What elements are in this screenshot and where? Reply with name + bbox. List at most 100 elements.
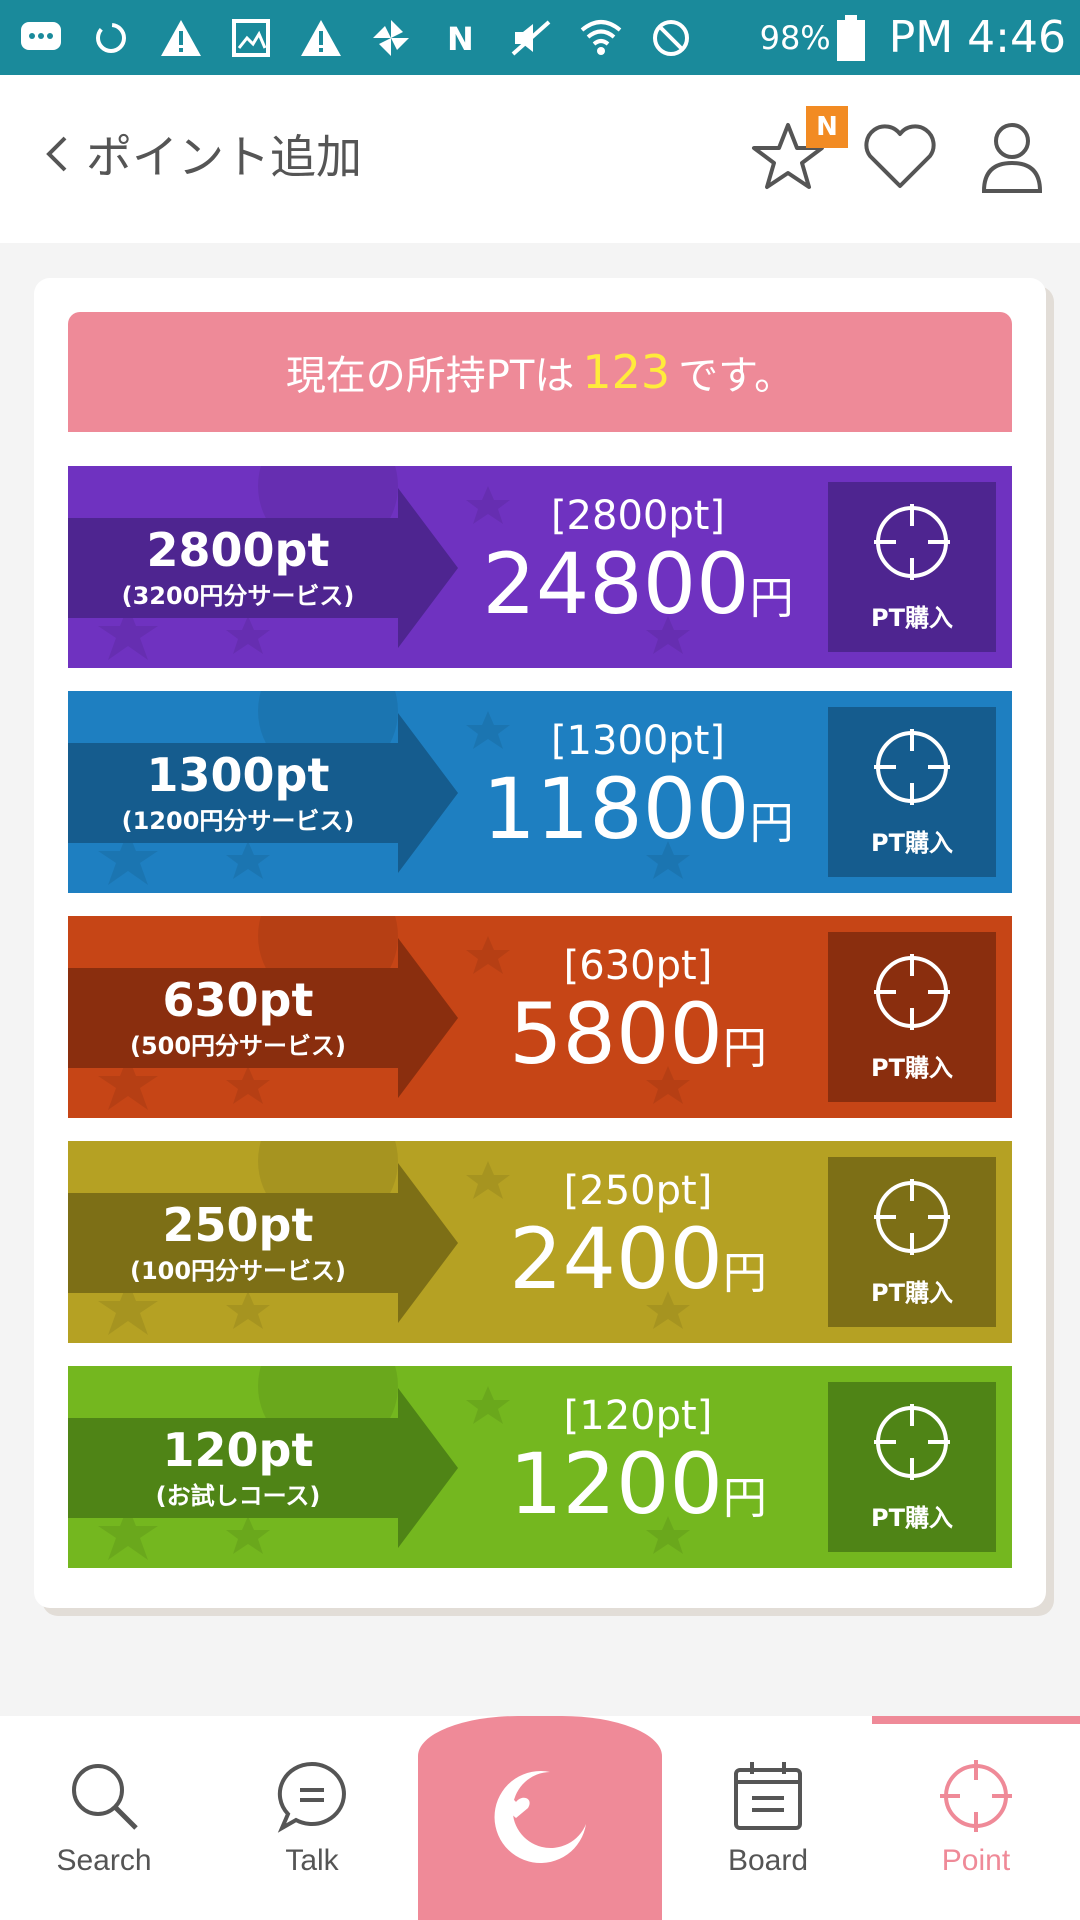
buy-button[interactable]: PT購入 [828,932,996,1102]
nav-board[interactable]: Board [668,1716,868,1920]
package-price: 2400 [509,1210,723,1308]
package-currency: 円 [749,798,794,849]
package-price: 24800 [482,535,750,633]
package-price-block: [1300pt] 11800 円 [468,721,808,871]
package-price-block: [250pt] 2400 円 [468,1171,808,1321]
balance-suffix: です。 [678,353,795,399]
likes-button[interactable] [860,117,940,197]
clock: PM 4:46 [888,12,1066,63]
package-price-block: [630pt] 5800 円 [468,946,808,1096]
package-points: 2800pt [146,523,330,578]
package-bonus: (お試しコース) [155,1481,321,1510]
calendar-board-icon [734,1762,802,1830]
crosshair-icon [874,1403,950,1480]
package-currency: 円 [749,573,794,624]
new-badge: N [806,106,848,148]
package-price-block: [2800pt] 24800 円 [468,496,808,646]
package-points: 250pt [162,1198,314,1253]
package-price: 1200 [509,1435,723,1533]
warning-icon [298,15,344,61]
package-points-block: 1300pt (1200円分サービス) [68,713,408,873]
package-bonus: (3200円分サービス) [121,581,355,610]
package-row: 630pt (500円分サービス) [630pt] 5800 円 PT購入 [68,916,1012,1118]
package-price: 5800 [509,985,723,1083]
sync-icon [88,15,134,61]
package-points: 630pt [162,973,314,1028]
buy-label: PT購入 [871,1503,953,1532]
warning-icon [158,15,204,61]
package-bracket: [630pt] [563,943,713,989]
page-title: ポイント追加 [86,130,362,184]
moon-heart-logo-icon [494,1771,586,1864]
buy-button[interactable]: PT購入 [828,1157,996,1327]
buy-label: PT購入 [871,1053,953,1082]
buy-button[interactable]: PT購入 [828,707,996,877]
package-row: 1300pt (1200円分サービス) [1300pt] 11800 円 PT購… [68,691,1012,893]
package-bonus: (100円分サービス) [129,1256,347,1285]
package-currency: 円 [722,1023,767,1074]
crosshair-icon [874,503,950,580]
back-button[interactable]: ポイント追加 [36,121,362,187]
app-header: ポイント追加 [0,75,1080,243]
battery-percent: 98% [759,18,831,57]
package-currency: 円 [722,1473,767,1524]
chat-bubble-icon [277,1761,346,1833]
package-bracket: [250pt] [563,1168,713,1214]
balance-banner: 現在の所持PTは 123 です。 [68,312,1012,432]
package-price: 11800 [482,760,750,858]
points-card: 現在の所持PTは 123 です。 2800pt (3200円分サービス) [28… [34,278,1046,1608]
search-icon [72,1764,138,1830]
package-currency: 円 [722,1248,767,1299]
image-icon [228,15,274,61]
chat-icon [18,15,64,61]
nav-talk[interactable]: Talk [212,1716,412,1920]
svg-text:N: N [447,20,474,58]
buy-button[interactable]: PT購入 [828,482,996,652]
nav-talk-label: Talk [285,1844,339,1877]
mute-icon [508,15,554,61]
nav-board-label: Board [727,1844,809,1877]
blocked-icon [648,15,694,61]
balance-prefix: 現在の所持PTは [285,353,575,399]
package-points: 120pt [162,1423,314,1478]
nfc-icon: N [438,15,484,61]
wifi-icon [578,15,624,61]
buy-button[interactable]: PT購入 [828,1382,996,1552]
chevron-left-icon [36,124,76,184]
package-price-block: [120pt] 1200 円 [468,1396,808,1546]
nav-point-label: Point [941,1844,1011,1877]
crosshair-icon [874,728,950,805]
battery-icon [836,14,865,61]
heart-icon [864,124,936,188]
status-bar: N 98% PM 4:46 [0,0,1080,75]
nav-point[interactable]: Point [876,1716,1076,1920]
package-bracket: [120pt] [563,1393,713,1439]
user-icon [981,123,1043,193]
buy-label: PT購入 [871,1278,953,1307]
package-bracket: [1300pt] [550,718,726,764]
battery-indicator: 98% [759,14,865,61]
crosshair-icon [940,1760,1012,1832]
crosshair-icon [874,1178,950,1255]
nav-home-button[interactable] [418,1716,662,1920]
profile-button[interactable] [972,117,1052,197]
package-bracket: [2800pt] [550,493,726,539]
package-bonus: (1200円分サービス) [121,806,355,835]
package-row: 2800pt (3200円分サービス) [2800pt] 24800 円 PT購… [68,466,1012,668]
balance-points: 123 [582,345,671,399]
package-points: 1300pt [146,748,330,803]
nav-search[interactable]: Search [4,1716,204,1920]
package-row: 250pt (100円分サービス) [250pt] 2400 円 PT購入 [68,1141,1012,1343]
nav-search-label: Search [56,1844,152,1877]
buy-label: PT購入 [871,828,953,857]
package-points-block: 630pt (500円分サービス) [68,938,408,1098]
crosshair-icon [874,953,950,1030]
package-points-block: 2800pt (3200円分サービス) [68,488,408,648]
package-points-block: 250pt (100円分サービス) [68,1163,408,1323]
pinwheel-icon [368,15,414,61]
package-bonus: (500円分サービス) [129,1031,347,1060]
bottom-nav: Search Talk Board Point [0,1716,1080,1920]
package-row: 120pt (お試しコース) [120pt] 1200 円 PT購入 [68,1366,1012,1568]
package-points-block: 120pt (お試しコース) [68,1388,408,1548]
buy-label: PT購入 [871,603,953,632]
